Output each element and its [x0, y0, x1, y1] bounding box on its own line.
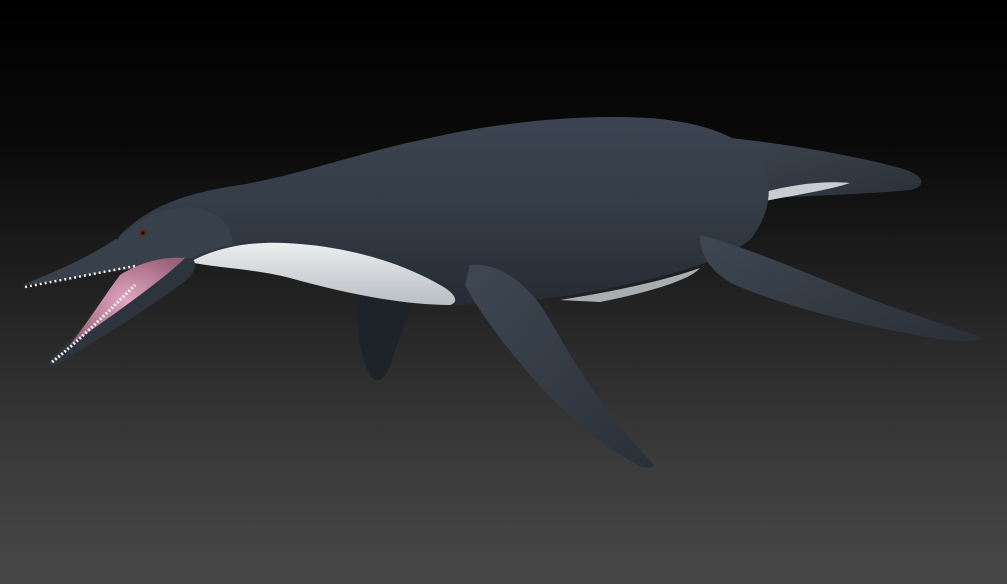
- creature-body: [120, 116, 769, 305]
- hind-flipper-lower: [700, 235, 982, 342]
- rear-left-flipper: [357, 290, 412, 381]
- creature-render: [22, 116, 982, 468]
- render-viewport: [0, 0, 1007, 584]
- creature-pupil: [141, 231, 145, 235]
- creature-nostril: [115, 236, 119, 240]
